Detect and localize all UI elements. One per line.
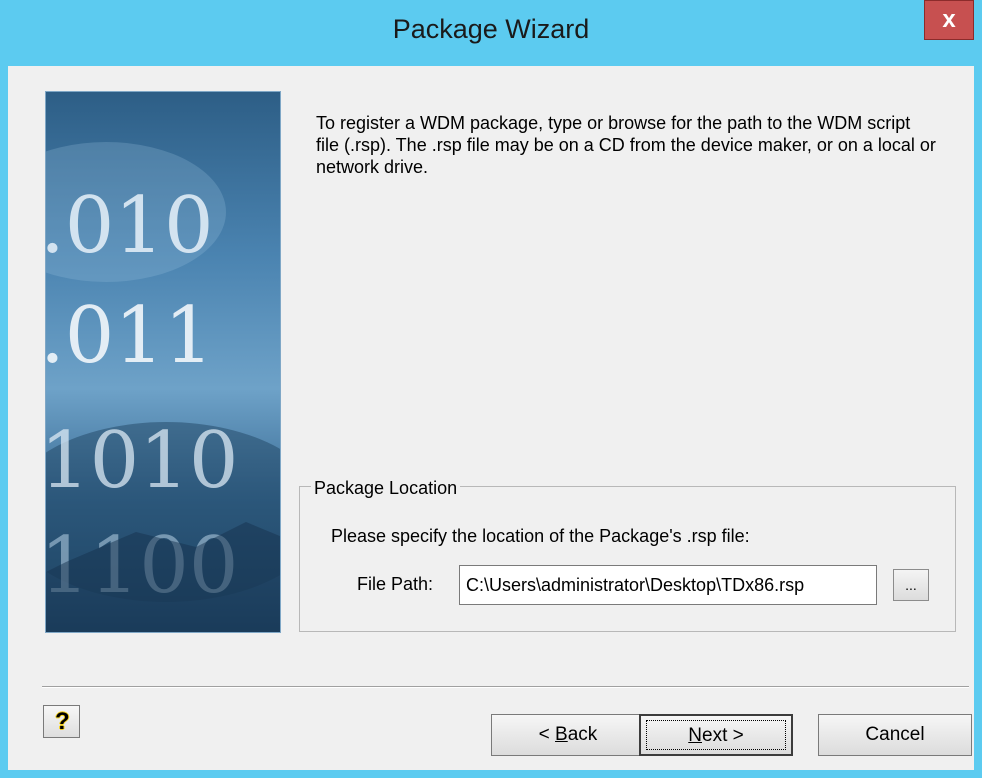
help-button[interactable]: ?: [43, 705, 80, 738]
package-location-legend: Package Location: [311, 478, 461, 499]
package-location-instruction: Please specify the location of the Packa…: [331, 526, 750, 546]
back-button[interactable]: < Back: [491, 714, 645, 756]
title-bar: Package Wizard x: [0, 0, 982, 66]
back-prefix: <: [538, 724, 556, 745]
back-label-rest: ack: [567, 724, 598, 745]
file-path-label: File Path:: [357, 574, 434, 594]
browse-button[interactable]: ...: [893, 569, 929, 601]
binary-digits-1: .010: [46, 181, 214, 271]
intro-text: To register a WDM package, type or brows…: [316, 113, 936, 177]
window-title: Package Wizard: [392, 14, 590, 44]
cancel-button[interactable]: Cancel: [818, 714, 972, 756]
package-location-group: [299, 486, 956, 632]
help-icon: ?: [55, 708, 70, 735]
footer-separator: [42, 686, 969, 688]
close-button[interactable]: x: [924, 0, 974, 40]
back-accelerator: B: [555, 724, 568, 745]
binary-digits-2: .011: [46, 291, 214, 381]
binary-digits-3: 1010: [46, 416, 239, 506]
file-path-input[interactable]: [459, 565, 877, 605]
next-button[interactable]: Next >: [639, 714, 793, 756]
wizard-side-image: .010 .011 1010 1100: [45, 91, 281, 633]
next-focus-rect: [646, 720, 786, 750]
